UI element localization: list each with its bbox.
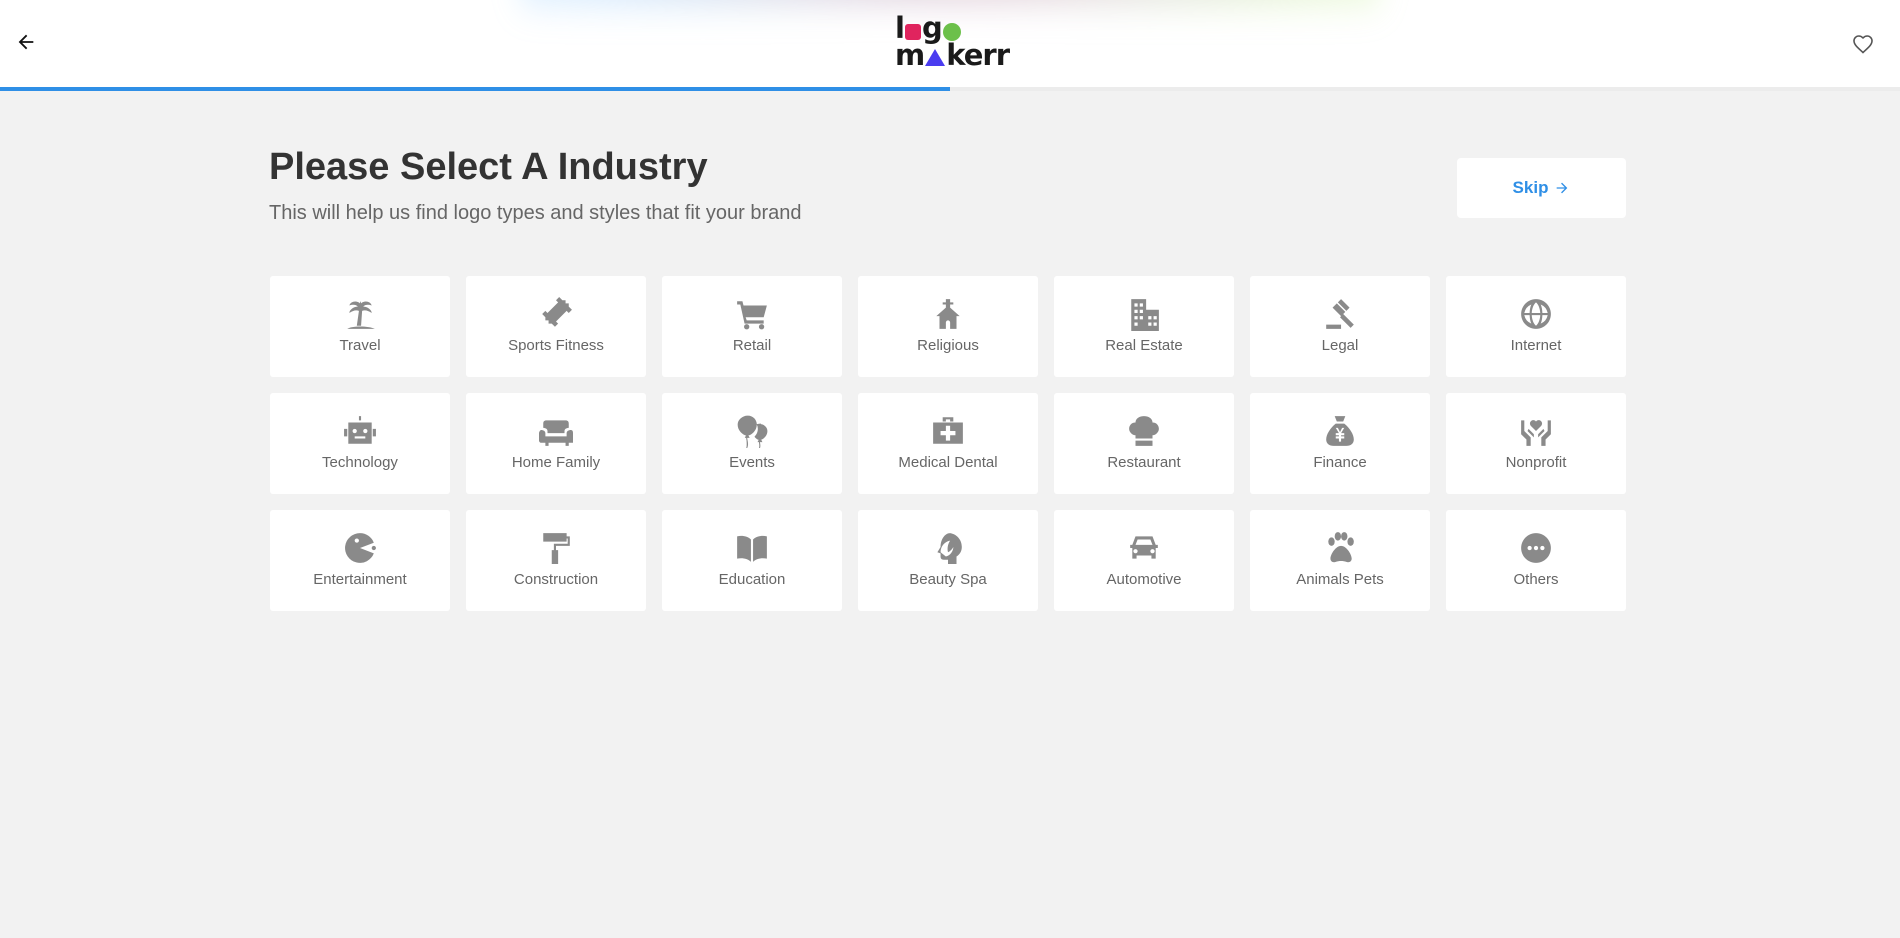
industry-card-home-family[interactable]: Home Family [466,393,646,494]
skip-button-label: Skip [1512,178,1549,197]
industry-label: Construction [513,571,599,588]
industry-label: Home Family [511,454,601,471]
arrow-left-icon [18,34,34,50]
money-bag-icon [1323,414,1357,448]
industry-card-automotive[interactable]: Automotive [1054,510,1234,611]
shopping-cart-icon [735,297,769,331]
progress-bar-fill [0,87,950,91]
leaf-face-icon [931,531,965,565]
globe-icon [1519,297,1553,331]
logo-row-bottom: m kerr [895,38,1010,72]
dumbbell-icon [539,297,573,331]
industry-label: Medical Dental [898,454,998,471]
more-dots-icon [1519,531,1553,565]
industry-card-entertainment[interactable]: Entertainment [270,510,450,611]
industry-label: Automotive [1106,571,1182,588]
palm-tree-icon [343,297,377,331]
industry-grid: Travel Sports Fitness Retail Religious Real … [270,276,1626,611]
progress-bar [0,87,1900,91]
industry-label: Internet [1510,337,1562,354]
industry-label: Nonprofit [1505,454,1567,471]
industry-card-finance[interactable]: Finance [1250,393,1430,494]
industry-label: Religious [917,337,979,354]
paint-roller-icon [539,531,573,565]
industry-label: Education [718,571,786,588]
industry-card-beauty-spa[interactable]: Beauty Spa [858,510,1038,611]
industry-label: Restaurant [1107,454,1181,471]
industry-label: Real Estate [1105,337,1183,354]
logo-blue-triangle [925,49,946,66]
open-book-icon [735,531,769,565]
industry-card-real-estate[interactable]: Real Estate [1054,276,1234,377]
industry-card-construction[interactable]: Construction [466,510,646,611]
sofa-icon [539,414,573,448]
heart-outline-icon [1853,35,1873,54]
industry-card-animals-pets[interactable]: Animals Pets [1250,510,1430,611]
car-icon [1127,531,1161,565]
balloons-icon [735,414,769,448]
page-title: Please Select A Industry [269,146,708,188]
industry-card-sports-fitness[interactable]: Sports Fitness [466,276,646,377]
industry-card-travel[interactable]: Travel [270,276,450,377]
industry-label: Sports Fitness [508,337,604,354]
favorites-button[interactable] [1850,28,1876,60]
industry-label: Legal [1321,337,1359,354]
medical-kit-icon [931,414,965,448]
industry-card-education[interactable]: Education [662,510,842,611]
industry-card-nonprofit[interactable]: Nonprofit [1446,393,1626,494]
industry-card-retail[interactable]: Retail [662,276,842,377]
industry-label: Entertainment [313,571,407,588]
building-icon [1127,297,1161,331]
back-button[interactable] [10,26,42,58]
industry-card-restaurant[interactable]: Restaurant [1054,393,1234,494]
industry-label: Others [1513,571,1559,588]
industry-label: Animals Pets [1296,571,1384,588]
industry-label: Technology [322,454,398,471]
pacman-icon [343,531,377,565]
industry-card-others[interactable]: Others [1446,510,1626,611]
gavel-icon [1323,297,1357,331]
skip-button[interactable]: Skip [1457,158,1626,218]
robot-icon [343,414,377,448]
industry-label: Travel [339,337,381,354]
arrow-right-icon [1557,182,1568,194]
industry-card-religious[interactable]: Religious [858,276,1038,377]
top-header: l g m kerr [0,0,1900,91]
industry-label: Retail [732,337,772,354]
industry-card-legal[interactable]: Legal [1250,276,1430,377]
paw-icon [1323,531,1357,565]
industry-card-medical-dental[interactable]: Medical Dental [858,393,1038,494]
logomakerr-logo[interactable]: l g m kerr [895,14,1010,74]
chef-hat-icon [1127,414,1161,448]
church-icon [931,297,965,331]
industry-label: Finance [1313,454,1367,471]
industry-label: Events [729,454,775,471]
hands-heart-icon [1519,414,1553,448]
industry-card-internet[interactable]: Internet [1446,276,1626,377]
industry-label: Beauty Spa [909,571,987,588]
industry-card-technology[interactable]: Technology [270,393,450,494]
page-subtitle: This will help us find logo types and st… [269,202,802,224]
industry-card-events[interactable]: Events [662,393,842,494]
